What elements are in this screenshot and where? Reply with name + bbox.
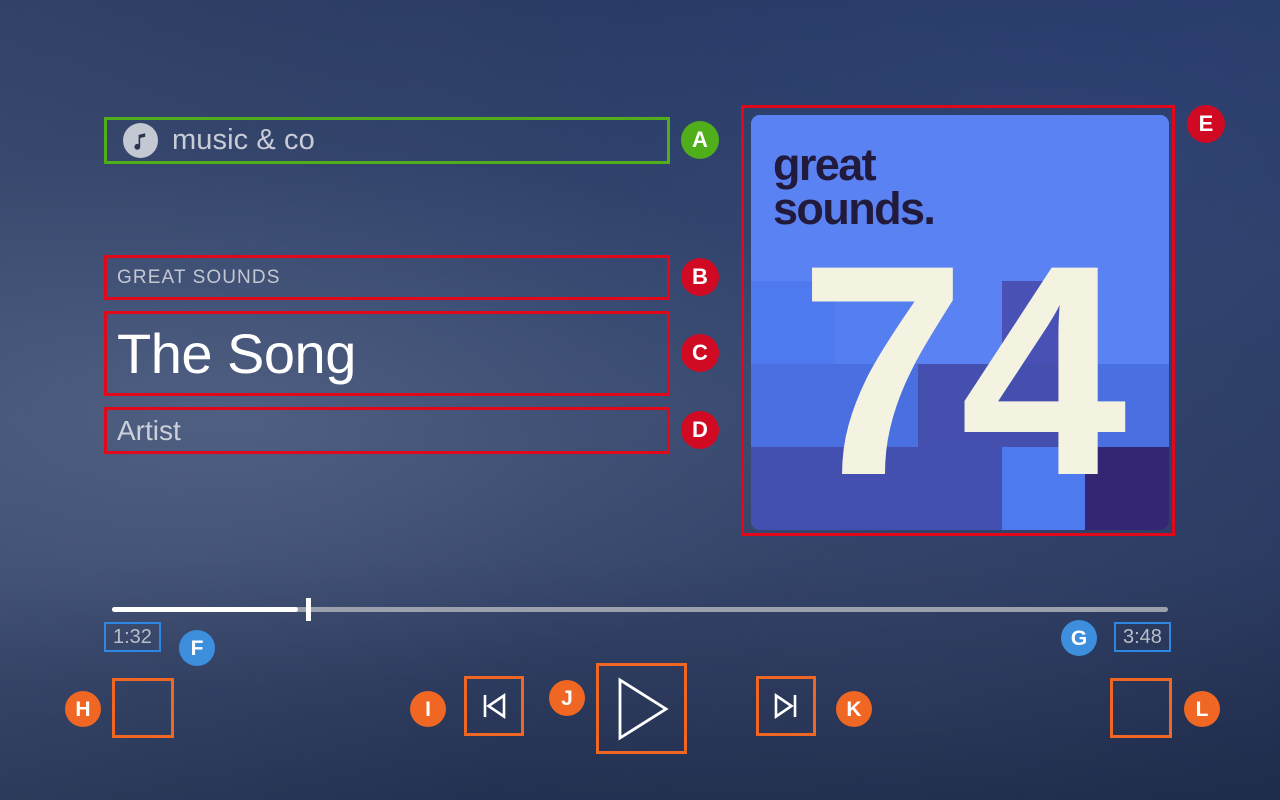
next-track-icon (768, 688, 804, 724)
artwork-number: 74 (799, 202, 1127, 530)
app-name-label: music & co (172, 124, 315, 156)
artist-name-box[interactable]: Artist (104, 407, 670, 454)
annotation-badge-k: K (836, 691, 872, 727)
annotation-badge-i: I (410, 691, 446, 727)
album-artwork-image: great sounds. 74 (751, 115, 1169, 530)
artist-name: Artist (117, 414, 181, 446)
play-icon (611, 676, 673, 742)
annotation-badge-a: A (681, 121, 719, 159)
current-time: 1:32 (104, 622, 161, 652)
annotation-badge-h: H (65, 691, 101, 727)
album-artwork[interactable]: great sounds. 74 (741, 105, 1175, 536)
annotation-badge-j: J (549, 680, 585, 716)
artwork-tile (1001, 115, 1086, 198)
progress-bar-fill (112, 607, 298, 612)
shuffle-button[interactable] (112, 678, 174, 738)
annotation-badge-g: G (1061, 620, 1097, 656)
annotation-badge-b: B (681, 258, 719, 296)
artwork-wordmark-line1: great (773, 139, 877, 190)
annotation-badge-e: E (1187, 105, 1225, 143)
repeat-button[interactable] (1110, 678, 1172, 738)
annotation-badge-l: L (1184, 691, 1220, 727)
previous-button[interactable] (464, 676, 524, 736)
total-time: 3:48 (1114, 622, 1171, 652)
annotation-badge-d: D (681, 411, 719, 449)
progress-bar-thumb[interactable] (306, 598, 311, 621)
previous-track-icon (476, 688, 512, 724)
music-player-screen: music & co GREAT SOUNDS The Song Artist … (0, 0, 1280, 800)
next-button[interactable] (756, 676, 816, 736)
annotation-badge-f: F (179, 630, 215, 666)
music-note-icon (123, 123, 158, 158)
play-button[interactable] (596, 663, 687, 754)
album-label: GREAT SOUNDS (117, 266, 281, 288)
album-label-box[interactable]: GREAT SOUNDS (104, 255, 670, 300)
app-name-chip[interactable]: music & co (104, 117, 670, 164)
progress-bar[interactable] (112, 607, 1168, 612)
annotation-badge-c: C (681, 334, 719, 372)
track-title: The Song (117, 321, 356, 385)
track-title-box[interactable]: The Song (104, 311, 670, 396)
artwork-tile (1085, 115, 1169, 198)
